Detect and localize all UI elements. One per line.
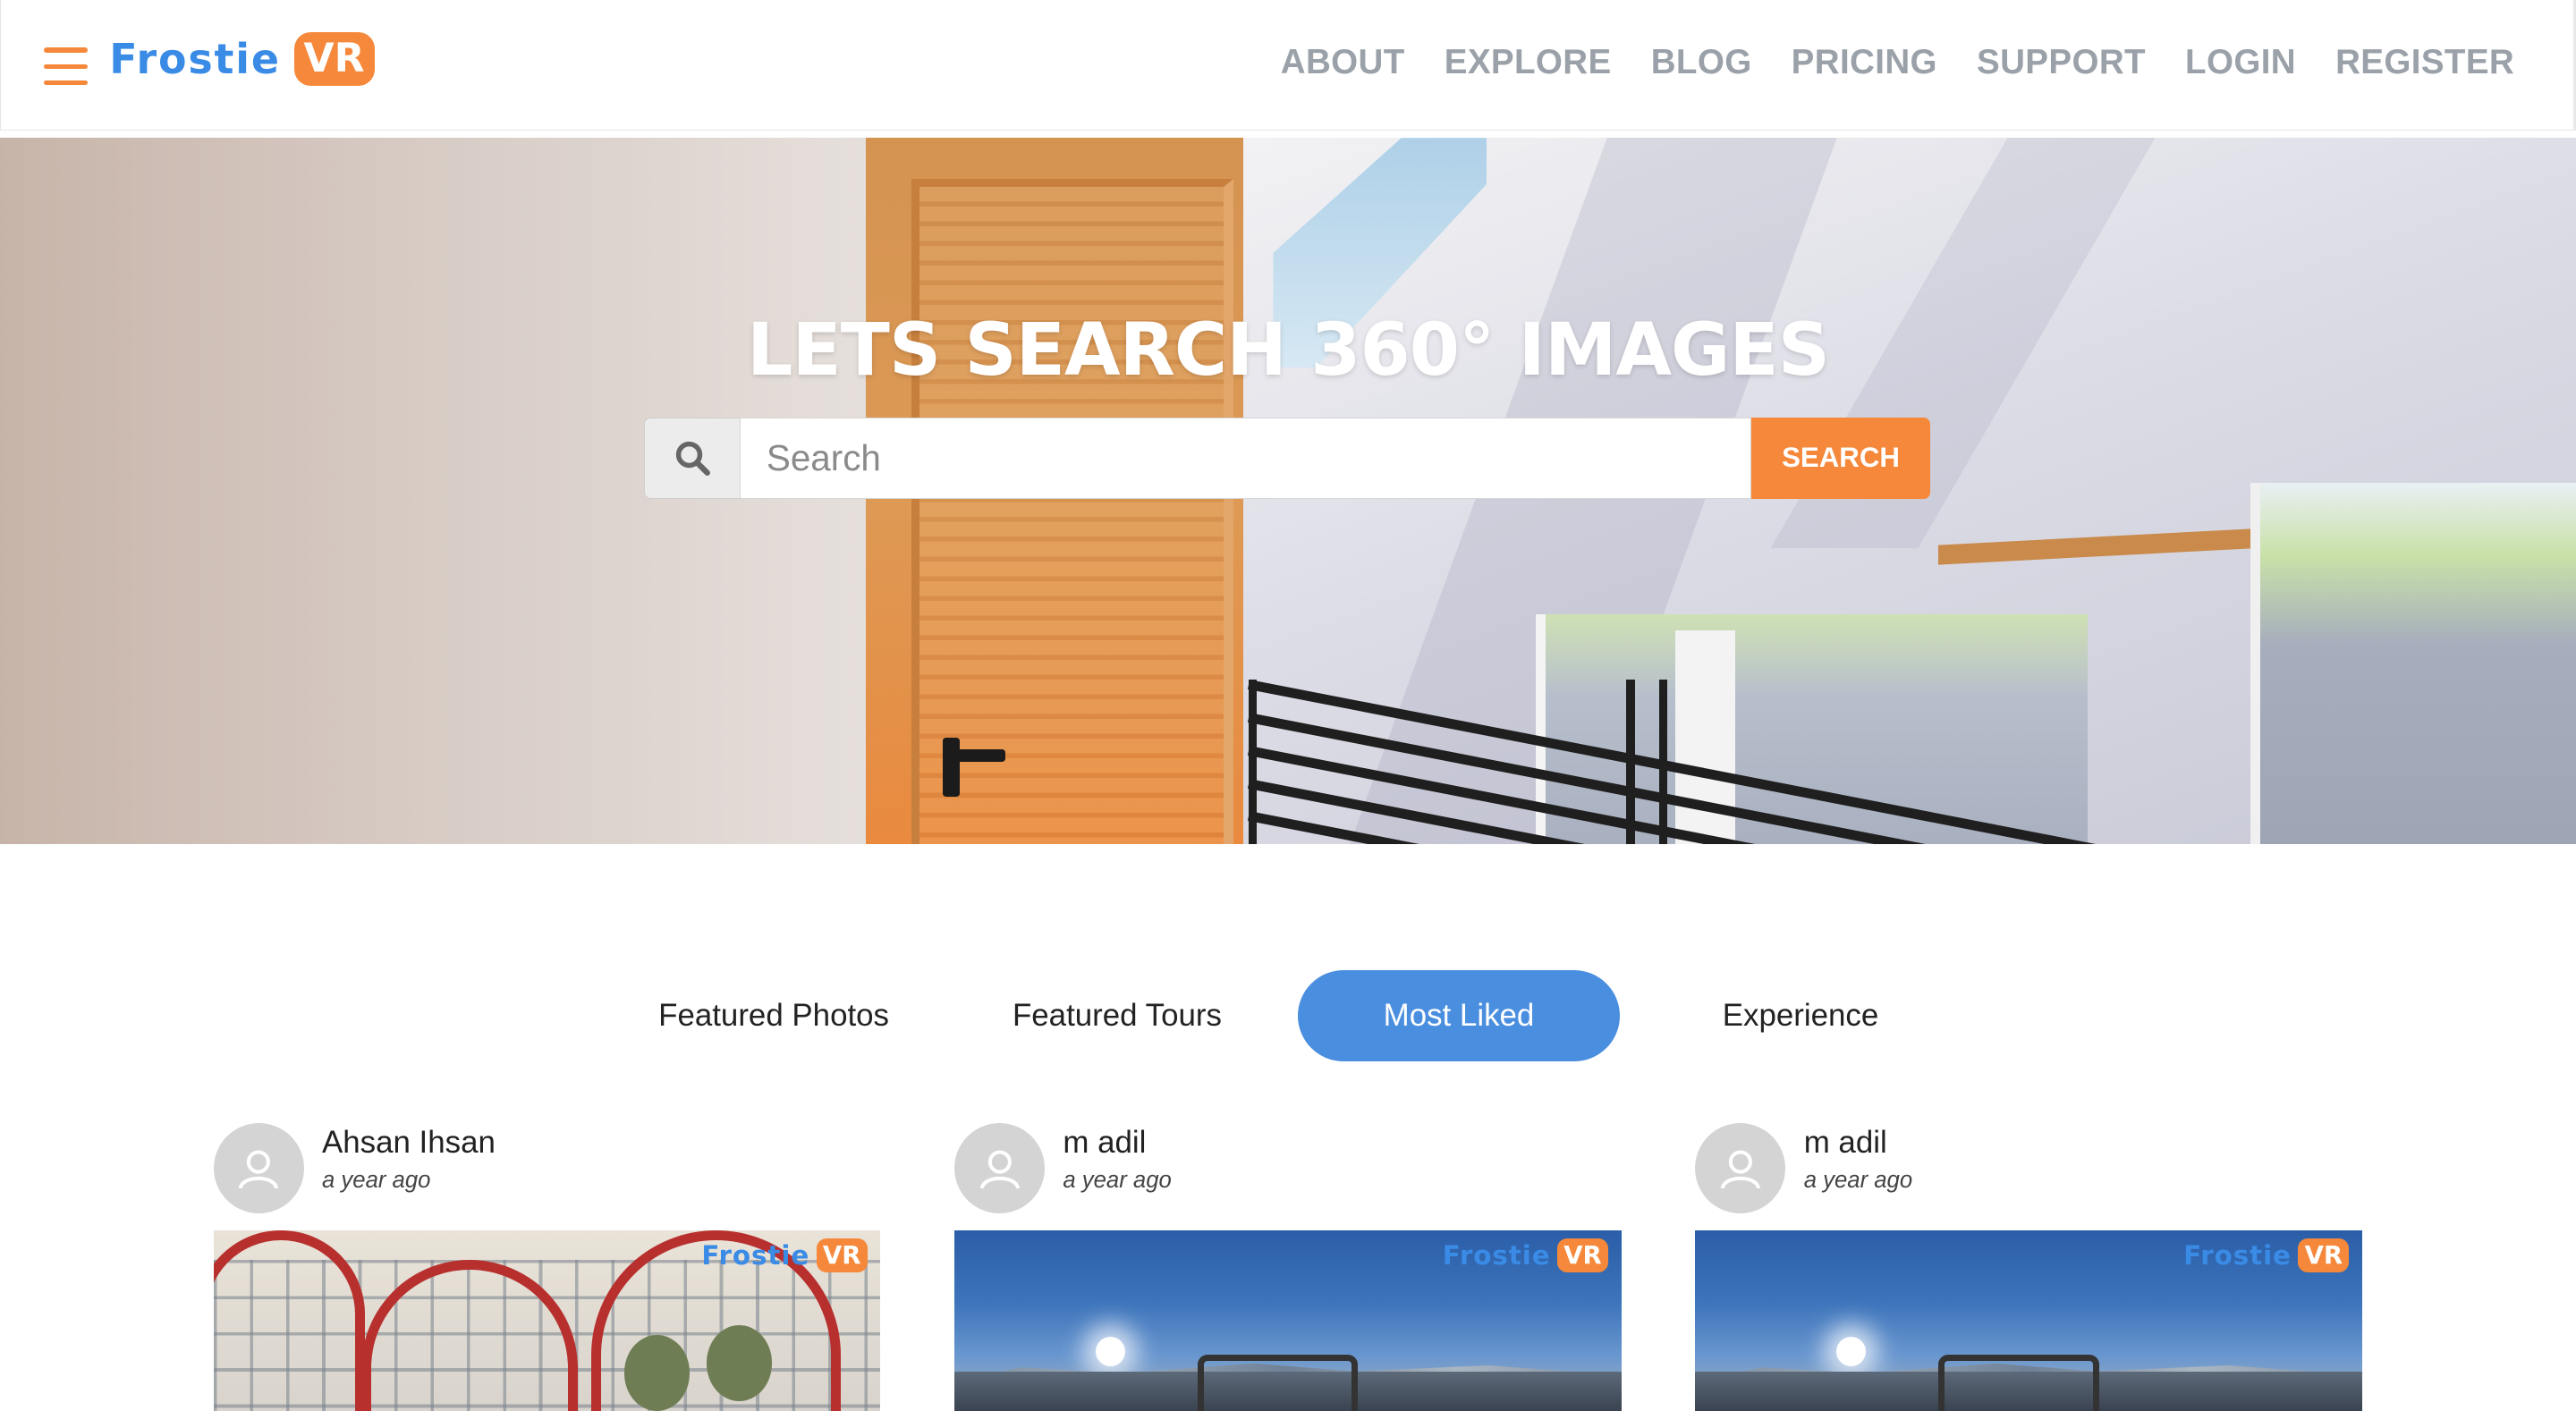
nav-register-link[interactable]: REGISTER: [2335, 43, 2514, 82]
hero-railing: [1247, 680, 2576, 845]
watermark-text: Frostie: [1442, 1240, 1551, 1272]
watermark-logo: Frostie VR: [2183, 1238, 2350, 1273]
hero-title: LETS SEARCH 360° IMAGES: [746, 308, 1830, 393]
hamburger-icon[interactable]: [43, 47, 89, 87]
watermark-logo: Frostie VR: [701, 1238, 868, 1273]
photo-thumbnail[interactable]: Frostie VR: [954, 1229, 1622, 1411]
nav-pricing-link[interactable]: PRICING: [1792, 43, 1937, 82]
avatar[interactable]: [213, 1123, 304, 1214]
watermark-text: Frostie: [2183, 1240, 2292, 1272]
search-icon[interactable]: [643, 417, 740, 500]
author-name[interactable]: Ahsan Ihsan: [322, 1125, 496, 1161]
nav-support-link[interactable]: SUPPORT: [1977, 43, 2146, 82]
hero-door-handle: [943, 737, 960, 797]
watermark-badge: VR: [2298, 1238, 2350, 1273]
category-tabs: Featured Photos Featured Tours Most Like…: [0, 970, 2576, 1061]
site-logo[interactable]: Frostie VR: [109, 30, 375, 89]
watermark-badge: VR: [1556, 1238, 1609, 1273]
photo-thumbnail[interactable]: Frostie VR: [213, 1229, 881, 1411]
tab-featured-photos[interactable]: Featured Photos: [632, 970, 915, 1060]
tab-experience[interactable]: Experience: [1692, 970, 1909, 1060]
nav-login-link[interactable]: LOGIN: [2185, 43, 2296, 82]
author-name[interactable]: m adil: [1804, 1125, 1887, 1161]
hero-door-panel: [911, 179, 1234, 845]
post-time: a year ago: [1063, 1167, 1172, 1193]
search-button[interactable]: SEARCH: [1750, 417, 1931, 500]
author-name[interactable]: m adil: [1063, 1125, 1146, 1161]
nav-explore-link[interactable]: EXPLORE: [1445, 43, 1612, 82]
logo-badge: VR: [293, 31, 375, 87]
avatar[interactable]: [1695, 1123, 1786, 1214]
watermark-text: Frostie: [701, 1240, 810, 1272]
avatar[interactable]: [954, 1123, 1046, 1214]
site-header: Frostie VR ABOUT EXPLORE BLOG PRICING SU…: [0, 0, 2576, 131]
watermark-logo: Frostie VR: [1442, 1238, 1609, 1273]
post-time: a year ago: [321, 1167, 431, 1193]
watermark-badge: VR: [816, 1238, 868, 1273]
photo-thumbnail[interactable]: Frostie VR: [1695, 1229, 2363, 1411]
nav-blog-link[interactable]: BLOG: [1651, 43, 1752, 82]
tab-featured-tours[interactable]: Featured Tours: [982, 970, 1251, 1060]
user-icon: [979, 1150, 1020, 1189]
search-bar: SEARCH: [643, 417, 1931, 500]
main-nav: ABOUT EXPLORE BLOG PRICING SUPPORT LOGIN…: [1281, 43, 2514, 82]
tab-most-liked[interactable]: Most Liked: [1297, 970, 1620, 1061]
hero-door-handle: [943, 748, 1006, 763]
user-icon: [239, 1150, 279, 1189]
search-input[interactable]: [739, 417, 1751, 500]
post-time: a year ago: [1803, 1167, 1913, 1193]
logo-text: Frostie: [109, 35, 281, 84]
user-icon: [1720, 1150, 1761, 1189]
nav-about-link[interactable]: ABOUT: [1281, 43, 1405, 82]
